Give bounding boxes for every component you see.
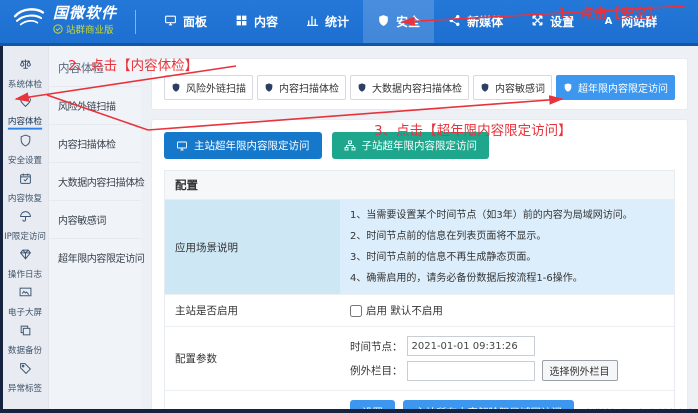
- monitor-icon: [176, 140, 188, 152]
- share-icon: [448, 14, 461, 30]
- heart-icon: [19, 93, 32, 112]
- enable-row: 主站是否启用 启用 默认不启用: [165, 294, 674, 326]
- nav-item-newmedia[interactable]: 新媒体: [434, 0, 517, 43]
- exception-column-label: 例外栏目：: [350, 363, 403, 378]
- icon-sidebar: 系统体检 内容体检 安全设置 内容恢复 IP限定访问 操作日志: [3, 46, 48, 409]
- main-site-overage-button[interactable]: 主站超年限内容限定访问: [164, 132, 322, 159]
- params-label: 配置参数: [165, 327, 340, 390]
- shield-icon: [264, 82, 274, 93]
- shield-icon: [480, 82, 490, 93]
- sidebar-item-abnormal-tags[interactable]: 异常标签: [3, 358, 48, 396]
- swoosh-logo-icon: [12, 6, 46, 36]
- app-window: 国微软件 站群商业版 面板 内容: [0, 0, 698, 413]
- scenario-line: 3、时间节点前的信息不再生成静态页面。: [350, 247, 664, 268]
- tab-overage-access[interactable]: 超年限内容限定访问: [556, 75, 675, 100]
- content-shell: 系统体检 内容体检 安全设置 内容恢复 IP限定访问 操作日志: [3, 46, 698, 409]
- nav-item-dashboard[interactable]: 面板: [150, 0, 221, 43]
- config-panel: 主站超年限内容限定访问 子站超年限内容限定访问 配置 应用场景说明 1、当需要设…: [151, 119, 688, 409]
- enable-label: 主站是否启用: [165, 295, 340, 326]
- actions-row: 设置 主站所有内容解除限局域网访问 请谨慎操作！操作前务必备份数据: [165, 390, 674, 409]
- sidebar-item-content-check[interactable]: 内容体检: [3, 92, 48, 130]
- nav-item-content[interactable]: 内容: [221, 0, 292, 43]
- time-node-label: 时间节点：: [350, 339, 403, 354]
- scenario-label: 应用场景说明: [165, 200, 340, 294]
- scenario-line: 2、时间节点前的信息在列表页面将不显示。: [350, 226, 664, 247]
- tab-sensitive-words[interactable]: 内容敏感词: [473, 75, 552, 100]
- nav-label: 统计: [325, 13, 349, 30]
- nav-label: 内容: [254, 13, 278, 30]
- actions-label-spacer: [165, 391, 340, 409]
- copy-icon: [19, 322, 32, 341]
- sidebar-item-big-screen[interactable]: 电子大屏: [3, 282, 48, 320]
- sidebar-item-security-settings[interactable]: 安全设置: [3, 130, 48, 168]
- config-table: 应用场景说明 1、当需要设置某个时间节点（如3年）前的内容为局域网访问。 2、时…: [164, 200, 675, 409]
- scenario-row: 应用场景说明 1、当需要设置某个时间节点（如3年）前的内容为局域网访问。 2、时…: [165, 200, 674, 294]
- choose-column-button[interactable]: 选择例外栏目: [542, 360, 618, 381]
- calendar-check-icon: [19, 170, 32, 189]
- annotation-step1: 1、点击【安全】: [558, 2, 661, 22]
- shield-icon: [171, 82, 181, 93]
- nav-item-security[interactable]: 安全: [363, 0, 434, 43]
- tag-icon: [19, 360, 32, 379]
- submenu-item-content-scan[interactable]: 内容扫描体检: [49, 124, 141, 162]
- scenario-line: 1、当需要设置某个时间节点（如3年）前的内容为局域网访问。: [350, 205, 664, 226]
- sidebar-item-operation-log[interactable]: 操作日志: [3, 244, 48, 282]
- main-area: 风险外链扫描 内容扫描体检 大数据内容扫描体检 内容敏感词: [141, 46, 698, 409]
- tab-bigdata-scan[interactable]: 大数据内容扫描体检: [350, 75, 469, 100]
- brand: 国微软件 站群商业版: [0, 5, 117, 38]
- tab-content-scan[interactable]: 内容扫描体检: [257, 75, 346, 100]
- check-circle-icon: [53, 24, 63, 38]
- nav-label: 安全: [396, 13, 420, 30]
- warning-text: 请谨慎操作！操作前务必备份数据: [582, 406, 698, 410]
- scales-icon: [19, 56, 32, 75]
- tab-risk-link-scan[interactable]: 风险外链扫描: [164, 75, 253, 100]
- shield-icon: [377, 14, 390, 30]
- annotation-step3: 3、点击【超年限内容限定访问】: [374, 119, 572, 139]
- params-row: 配置参数 时间节点： 例外栏目： 选择例外栏目: [165, 326, 674, 390]
- screen-image-icon: [19, 284, 32, 303]
- exception-column-input[interactable]: [407, 361, 535, 381]
- sidebar-item-ip-restriction[interactable]: IP限定访问: [3, 206, 48, 244]
- nav-item-statistics[interactable]: 统计: [292, 0, 363, 43]
- set-button[interactable]: 设置: [350, 400, 395, 409]
- gem-icon: [19, 246, 32, 265]
- annotation-step2: 2、点击【内容体检】: [68, 54, 198, 74]
- navbar-divider: [135, 10, 136, 34]
- enable-checkbox[interactable]: [350, 305, 362, 317]
- sitemap-icon: [344, 140, 356, 152]
- brand-subtitle: 站群商业版: [66, 26, 114, 37]
- shield-icon: [563, 82, 573, 93]
- config-section-title: 配置: [164, 170, 675, 200]
- shield-icon: [357, 82, 367, 93]
- release-lan-restriction-button[interactable]: 主站所有内容解除限局域网访问: [403, 400, 574, 409]
- nav-label: 面板: [183, 13, 207, 30]
- shield-icon: [19, 132, 32, 151]
- umbrella-icon: [19, 208, 32, 227]
- submenu-item-bigdata-scan[interactable]: 大数据内容扫描体检: [49, 162, 141, 200]
- monitor-icon: [164, 14, 177, 30]
- nav-label: 新媒体: [467, 13, 503, 30]
- submenu-item-sensitive-words[interactable]: 内容敏感词: [49, 200, 141, 238]
- submenu-item-overage-access[interactable]: 超年限内容限定访问: [49, 238, 141, 276]
- time-node-input[interactable]: [407, 336, 535, 356]
- bar-chart-icon: [306, 14, 319, 30]
- sidebar-item-data-backup[interactable]: 数据备份: [3, 320, 48, 358]
- sidebar-item-system-check[interactable]: 系统体检: [3, 54, 48, 92]
- grid-icon: [235, 14, 248, 30]
- arrows-cross-icon: [531, 14, 544, 30]
- tab-buttons-panel: 风险外链扫描 内容扫描体检 大数据内容扫描体检 内容敏感词: [151, 58, 688, 110]
- sidebar-item-content-recovery[interactable]: 内容恢复: [3, 168, 48, 206]
- submenu-panel: 内容体检 风险外链扫描 内容扫描体检 大数据内容扫描体检 内容敏感词 超年限内容…: [48, 46, 141, 409]
- brand-name: 国微软件: [53, 5, 117, 22]
- scenario-line: 4、确需启用的，请务必备份数据后按流程1-6操作。: [350, 268, 664, 289]
- enable-option-text: 启用 默认不启用: [366, 303, 443, 318]
- submenu-item-risk-link-scan[interactable]: 风险外链扫描: [49, 86, 141, 124]
